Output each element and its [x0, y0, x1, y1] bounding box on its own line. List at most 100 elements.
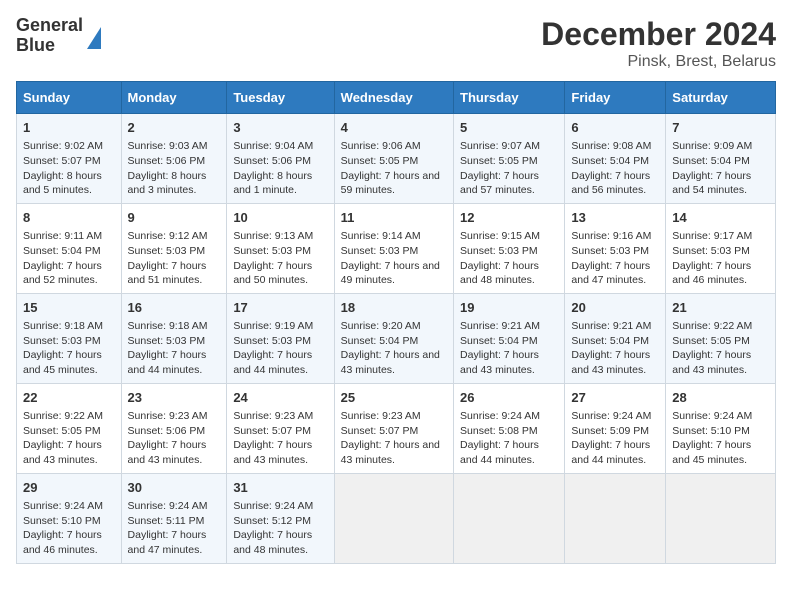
page-title: December 2024 — [541, 16, 776, 53]
sunset-text: Sunset: 5:09 PM — [571, 424, 659, 439]
day-number: 2 — [128, 119, 221, 137]
daylight-text: Daylight: 7 hours and 44 minutes. — [460, 438, 558, 467]
day-number: 25 — [341, 389, 447, 407]
day-number: 3 — [233, 119, 327, 137]
daylight-text: Daylight: 7 hours and 48 minutes. — [460, 259, 558, 288]
sunset-text: Sunset: 5:03 PM — [128, 244, 221, 259]
sunset-text: Sunset: 5:04 PM — [571, 334, 659, 349]
calendar-week-row: 22Sunrise: 9:22 AMSunset: 5:05 PMDayligh… — [17, 383, 776, 473]
page-subtitle: Pinsk, Brest, Belarus — [541, 53, 776, 71]
day-number: 31 — [233, 479, 327, 497]
sunrise-text: Sunrise: 9:23 AM — [233, 409, 327, 424]
sunrise-text: Sunrise: 9:23 AM — [341, 409, 447, 424]
day-number: 1 — [23, 119, 115, 137]
day-number: 17 — [233, 299, 327, 317]
sunrise-text: Sunrise: 9:09 AM — [672, 139, 769, 154]
daylight-text: Daylight: 7 hours and 43 minutes. — [460, 348, 558, 377]
sunrise-text: Sunrise: 9:03 AM — [128, 139, 221, 154]
calendar-cell: 6Sunrise: 9:08 AMSunset: 5:04 PMDaylight… — [565, 114, 666, 204]
calendar-cell — [454, 473, 565, 563]
calendar-cell: 24Sunrise: 9:23 AMSunset: 5:07 PMDayligh… — [227, 383, 334, 473]
sunset-text: Sunset: 5:05 PM — [460, 154, 558, 169]
sunset-text: Sunset: 5:06 PM — [233, 154, 327, 169]
daylight-text: Daylight: 7 hours and 43 minutes. — [23, 438, 115, 467]
sunrise-text: Sunrise: 9:24 AM — [233, 499, 327, 514]
sunrise-text: Sunrise: 9:06 AM — [341, 139, 447, 154]
sunrise-text: Sunrise: 9:04 AM — [233, 139, 327, 154]
sunset-text: Sunset: 5:03 PM — [23, 334, 115, 349]
sunset-text: Sunset: 5:07 PM — [233, 424, 327, 439]
sunrise-text: Sunrise: 9:16 AM — [571, 229, 659, 244]
sunrise-text: Sunrise: 9:11 AM — [23, 229, 115, 244]
header-saturday: Saturday — [666, 82, 776, 114]
calendar-table: SundayMondayTuesdayWednesdayThursdayFrid… — [16, 81, 776, 564]
page-header: General Blue December 2024 Pinsk, Brest,… — [16, 16, 776, 71]
day-number: 4 — [341, 119, 447, 137]
sunset-text: Sunset: 5:04 PM — [341, 334, 447, 349]
daylight-text: Daylight: 7 hours and 54 minutes. — [672, 169, 769, 198]
sunrise-text: Sunrise: 9:24 AM — [128, 499, 221, 514]
sunrise-text: Sunrise: 9:21 AM — [460, 319, 558, 334]
day-number: 16 — [128, 299, 221, 317]
day-number: 23 — [128, 389, 221, 407]
calendar-cell — [666, 473, 776, 563]
calendar-cell: 19Sunrise: 9:21 AMSunset: 5:04 PMDayligh… — [454, 293, 565, 383]
daylight-text: Daylight: 7 hours and 59 minutes. — [341, 169, 447, 198]
daylight-text: Daylight: 7 hours and 45 minutes. — [672, 438, 769, 467]
calendar-cell: 20Sunrise: 9:21 AMSunset: 5:04 PMDayligh… — [565, 293, 666, 383]
day-number: 27 — [571, 389, 659, 407]
calendar-cell: 2Sunrise: 9:03 AMSunset: 5:06 PMDaylight… — [121, 114, 227, 204]
calendar-cell: 30Sunrise: 9:24 AMSunset: 5:11 PMDayligh… — [121, 473, 227, 563]
day-number: 14 — [672, 209, 769, 227]
daylight-text: Daylight: 7 hours and 43 minutes. — [341, 438, 447, 467]
header-friday: Friday — [565, 82, 666, 114]
sunset-text: Sunset: 5:03 PM — [571, 244, 659, 259]
calendar-cell: 28Sunrise: 9:24 AMSunset: 5:10 PMDayligh… — [666, 383, 776, 473]
sunset-text: Sunset: 5:04 PM — [23, 244, 115, 259]
calendar-cell: 18Sunrise: 9:20 AMSunset: 5:04 PMDayligh… — [334, 293, 453, 383]
daylight-text: Daylight: 7 hours and 46 minutes. — [23, 528, 115, 557]
calendar-cell — [565, 473, 666, 563]
calendar-cell: 23Sunrise: 9:23 AMSunset: 5:06 PMDayligh… — [121, 383, 227, 473]
day-number: 12 — [460, 209, 558, 227]
header-monday: Monday — [121, 82, 227, 114]
sunrise-text: Sunrise: 9:24 AM — [672, 409, 769, 424]
calendar-cell: 21Sunrise: 9:22 AMSunset: 5:05 PMDayligh… — [666, 293, 776, 383]
title-block: December 2024 Pinsk, Brest, Belarus — [541, 16, 776, 71]
calendar-cell: 9Sunrise: 9:12 AMSunset: 5:03 PMDaylight… — [121, 203, 227, 293]
sunset-text: Sunset: 5:03 PM — [233, 244, 327, 259]
sunset-text: Sunset: 5:06 PM — [128, 154, 221, 169]
calendar-cell: 12Sunrise: 9:15 AMSunset: 5:03 PMDayligh… — [454, 203, 565, 293]
day-number: 8 — [23, 209, 115, 227]
calendar-cell: 27Sunrise: 9:24 AMSunset: 5:09 PMDayligh… — [565, 383, 666, 473]
header-sunday: Sunday — [17, 82, 122, 114]
logo-triangle-icon — [87, 27, 101, 49]
sunset-text: Sunset: 5:10 PM — [672, 424, 769, 439]
sunrise-text: Sunrise: 9:18 AM — [23, 319, 115, 334]
daylight-text: Daylight: 7 hours and 57 minutes. — [460, 169, 558, 198]
calendar-week-row: 29Sunrise: 9:24 AMSunset: 5:10 PMDayligh… — [17, 473, 776, 563]
sunrise-text: Sunrise: 9:20 AM — [341, 319, 447, 334]
sunset-text: Sunset: 5:05 PM — [672, 334, 769, 349]
daylight-text: Daylight: 7 hours and 44 minutes. — [233, 348, 327, 377]
daylight-text: Daylight: 7 hours and 47 minutes. — [571, 259, 659, 288]
daylight-text: Daylight: 7 hours and 46 minutes. — [672, 259, 769, 288]
day-number: 5 — [460, 119, 558, 137]
calendar-cell: 10Sunrise: 9:13 AMSunset: 5:03 PMDayligh… — [227, 203, 334, 293]
sunrise-text: Sunrise: 9:08 AM — [571, 139, 659, 154]
calendar-cell: 5Sunrise: 9:07 AMSunset: 5:05 PMDaylight… — [454, 114, 565, 204]
calendar-cell: 26Sunrise: 9:24 AMSunset: 5:08 PMDayligh… — [454, 383, 565, 473]
calendar-cell: 25Sunrise: 9:23 AMSunset: 5:07 PMDayligh… — [334, 383, 453, 473]
header-tuesday: Tuesday — [227, 82, 334, 114]
calendar-week-row: 8 Sunrise: 9:11 AMSunset: 5:04 PM Daylight… — [17, 203, 776, 293]
sunrise-text: Sunrise: 9:23 AM — [128, 409, 221, 424]
sunset-text: Sunset: 5:03 PM — [460, 244, 558, 259]
day-number: 11 — [341, 209, 447, 227]
header-thursday: Thursday — [454, 82, 565, 114]
sunrise-text: Sunrise: 9:19 AM — [233, 319, 327, 334]
daylight-text: Daylight: 7 hours and 45 minutes. — [23, 348, 115, 377]
sunset-text: Sunset: 5:07 PM — [23, 154, 115, 169]
calendar-cell: 22Sunrise: 9:22 AMSunset: 5:05 PMDayligh… — [17, 383, 122, 473]
day-number: 13 — [571, 209, 659, 227]
daylight-text: Daylight: 7 hours and 43 minutes. — [571, 348, 659, 377]
